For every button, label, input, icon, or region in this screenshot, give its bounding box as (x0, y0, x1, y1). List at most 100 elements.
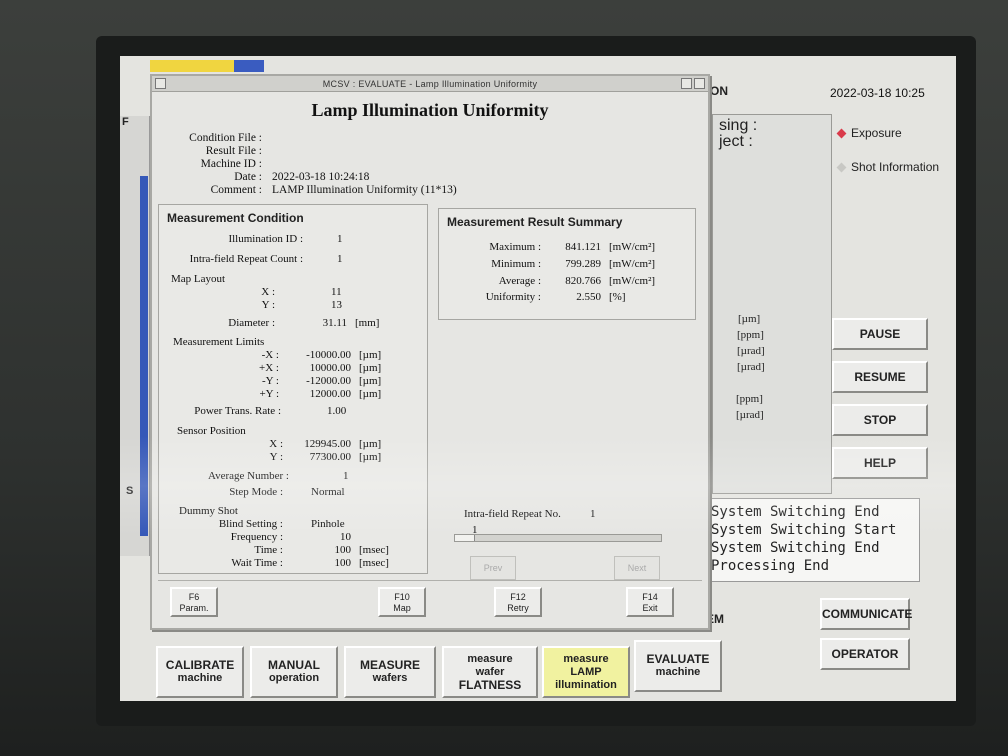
unit-label: [µrad] (736, 409, 764, 421)
result-unit: [mW/cm²] (609, 258, 656, 270)
evaluate-dialog: MCSV : EVALUATE - Lamp Illumination Unif… (150, 74, 710, 630)
message-log[interactable]: System Switching End System Switching St… (708, 498, 920, 582)
illumination-id-label: Illumination ID : (228, 233, 303, 245)
retry-button[interactable]: F12 Retry (494, 587, 542, 617)
window-menu-icon[interactable] (155, 78, 166, 89)
result-unit: [mW/cm²] (609, 275, 656, 287)
result-unit: [%] (609, 291, 626, 303)
diameter-unit: [mm] (355, 317, 380, 329)
dummy-value: 100 (334, 544, 352, 556)
fkey-code: F12 (510, 592, 526, 602)
dummy-shot-label: Dummy Shot (179, 505, 238, 517)
btn-line: wafer (475, 665, 505, 678)
log-line: System Switching End (711, 504, 880, 520)
dialog-titlebar[interactable]: MCSV : EVALUATE - Lamp Illumination Unif… (152, 76, 708, 92)
meta-key: Machine ID : (200, 158, 262, 170)
step-mode-label: Step Mode : (229, 486, 283, 498)
param-button[interactable]: F6 Param. (170, 587, 218, 617)
illumination-id-value: 1 (337, 233, 343, 245)
btn-line: MEASURE (359, 658, 420, 672)
fkey-label: Map (393, 603, 411, 613)
meta-row: Machine ID : (180, 158, 457, 171)
meta-row: Comment : LAMP Illumination Uniformity (1… (180, 184, 457, 197)
dummy-key: Blind Setting : (218, 518, 283, 530)
condition-title: Measurement Condition (167, 211, 304, 225)
minimize-icon[interactable] (681, 78, 692, 89)
next-button[interactable]: Next (614, 556, 660, 580)
result-value: 799.289 (565, 258, 601, 270)
btn-line: illumination (555, 678, 617, 691)
limits-label: Measurement Limits (173, 336, 265, 348)
btn-line: FLATNESS (458, 677, 522, 692)
result-summary-panel: Measurement Result Summary Maximum : 841… (438, 208, 696, 320)
meta-key: Result File : (205, 145, 262, 157)
stop-button[interactable]: STOP (832, 404, 928, 436)
dummy-unit: [msec] (359, 557, 389, 569)
limit-unit: [µm] (359, 375, 382, 387)
result-key: Maximum : (489, 241, 541, 253)
unit-label: [µm] (738, 313, 761, 325)
unit-label: [µrad] (737, 345, 765, 357)
manual-operation-button[interactable]: MANUAL operation (250, 646, 338, 698)
option-exposure[interactable]: Exposure (836, 126, 902, 140)
log-line: System Switching Start (711, 522, 897, 538)
btn-line: operation (268, 672, 320, 684)
meta-key: Comment : (210, 184, 262, 196)
result-value: 841.121 (565, 241, 601, 253)
btn-line: machine (655, 666, 701, 678)
average-number-value: 1 (343, 470, 349, 482)
btn-line: wafers (372, 672, 408, 684)
btn-line: CALIBRATE (165, 658, 235, 672)
result-key: Uniformity : (485, 291, 541, 303)
repeat-count-label: Intra-field Repeat Count : (189, 253, 303, 265)
resume-button[interactable]: RESUME (832, 361, 928, 393)
prev-button[interactable]: Prev (470, 556, 516, 580)
option-shot-information-label: Shot Information (851, 160, 940, 174)
screen: ON 2022-03-18 10:25 F S sing : ject : [µ… (120, 56, 956, 701)
dummy-key: Wait Time : (231, 557, 283, 569)
evaluate-machine-button[interactable]: EVALUATE machine (634, 640, 722, 692)
map-y-value: 13 (331, 299, 342, 311)
result-title: Measurement Result Summary (447, 215, 623, 229)
unit-label: [ppm] (736, 393, 763, 405)
dummy-value: 10 (340, 531, 351, 543)
step-mode-value: Normal (311, 486, 345, 498)
meta-value: LAMP Illumination Uniformity (11*13) (272, 184, 457, 196)
maximize-icon[interactable] (694, 78, 705, 89)
option-shot-information[interactable]: Shot Information (836, 160, 940, 174)
limit-value: 10000.00 (309, 362, 351, 374)
calibrate-machine-button[interactable]: CALIBRATE machine (156, 646, 244, 698)
left-strip: F S (120, 116, 150, 556)
btn-line: machine (177, 672, 223, 684)
result-unit: [mW/cm²] (609, 241, 656, 253)
meta-row: Date : 2022-03-18 10:24:18 (180, 171, 457, 184)
sensor-label: Sensor Position (177, 425, 246, 437)
fkey-label: Exit (642, 603, 658, 613)
status-indicator-yellow (150, 60, 234, 72)
measure-wafer-flatness-button[interactable]: measure wafer FLATNESS (442, 646, 538, 698)
pause-button[interactable]: PAUSE (832, 318, 928, 350)
power-value: 1.00 (327, 405, 347, 417)
help-button[interactable]: HELP (832, 447, 928, 479)
unit-label: [µrad] (737, 361, 765, 373)
meta-block: Condition File : Result File : Machine I… (180, 132, 457, 197)
option-exposure-label: Exposure (851, 126, 902, 140)
fkey-code: F14 (642, 592, 658, 602)
sensor-value: 77300.00 (309, 451, 351, 463)
dummy-key: Frequency : (230, 531, 283, 543)
measure-lamp-illumination-button[interactable]: measure LAMP illumination (542, 646, 630, 698)
shot-info-diamond-icon (836, 162, 847, 173)
map-button[interactable]: F10 Map (378, 587, 426, 617)
exit-button[interactable]: F14 Exit (626, 587, 674, 617)
communicate-button[interactable]: COMMUNICATE (820, 598, 912, 630)
sensor-key: Y : (269, 451, 283, 463)
repeat-no-value: 1 (590, 508, 596, 520)
limit-key: -X : (261, 349, 279, 361)
slider-knob[interactable] (455, 535, 475, 541)
limit-value: 12000.00 (309, 388, 351, 400)
measure-wafers-button[interactable]: MEASURE wafers (344, 646, 436, 698)
repeat-slider[interactable] (454, 534, 662, 542)
dialog-heading: Lamp Illumination Uniformity (311, 100, 549, 120)
operator-button[interactable]: OPERATOR (820, 638, 910, 670)
fkey-label: Param. (179, 603, 209, 613)
